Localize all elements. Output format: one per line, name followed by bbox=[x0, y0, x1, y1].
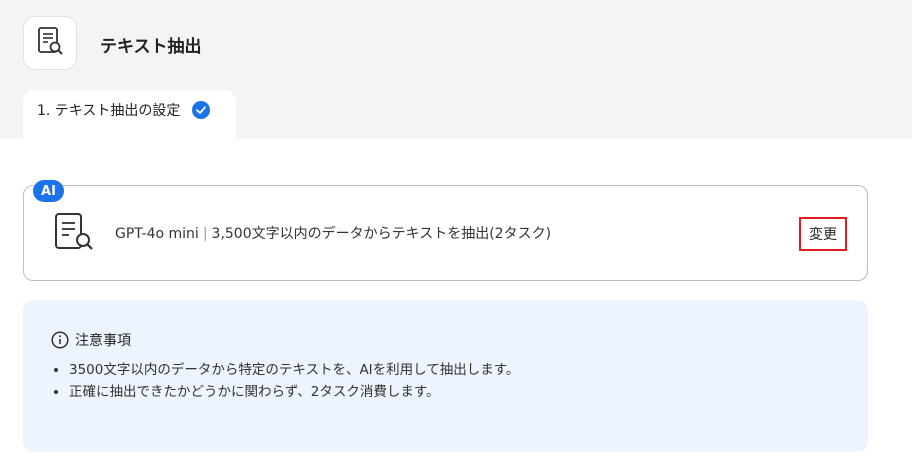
list-item: 3500文字以内のデータから特定のテキストを、AIを利用して抽出します。 bbox=[69, 362, 519, 379]
ai-badge: AI bbox=[33, 180, 64, 202]
notice-title: 注意事項 bbox=[75, 333, 131, 349]
notice-header: 注意事項 bbox=[51, 330, 131, 350]
tab-step-1[interactable]: 1. テキスト抽出の設定 bbox=[23, 90, 236, 139]
ai-model-card: AI GPT-4o mini | 3,500文字以内のデータからテキストを抽出(2タ… bbox=[23, 180, 868, 281]
model-summary: GPT-4o mini | 3,500文字以内のデータからテキストを抽出(2タスク) bbox=[115, 223, 551, 243]
check-circle-icon bbox=[192, 100, 211, 129]
page-title: テキスト抽出 bbox=[100, 37, 202, 57]
model-name: GPT-4o mini bbox=[115, 226, 199, 242]
tab-step-1-label: 1. テキスト抽出の設定 bbox=[37, 102, 181, 119]
separator: | bbox=[202, 226, 208, 242]
info-icon bbox=[51, 331, 69, 349]
notice-list: 3500文字以内のデータから特定のテキストを、AIを利用して抽出します。 正確に… bbox=[51, 362, 519, 406]
document-search-icon bbox=[34, 25, 66, 61]
change-button[interactable]: 変更 bbox=[799, 217, 847, 251]
document-search-icon bbox=[52, 211, 98, 259]
list-item: 正確に抽出できたかどうかに関わらず、2タスク消費します。 bbox=[69, 384, 519, 401]
model-description: 3,500文字以内のデータからテキストを抽出(2タスク) bbox=[211, 226, 552, 242]
notice-panel: 注意事項 3500文字以内のデータから特定のテキストを、AIを利用して抽出します… bbox=[23, 300, 868, 452]
app-icon-box bbox=[23, 16, 77, 70]
